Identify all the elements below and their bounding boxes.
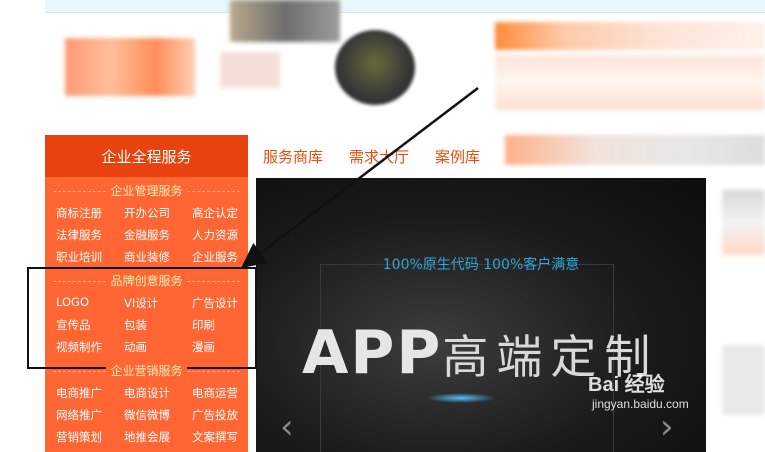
service-link[interactable]: 人力资源 xyxy=(192,227,238,243)
nav-item-case-library[interactable]: 案例库 xyxy=(435,146,480,167)
service-link[interactable]: 营销策划 xyxy=(56,429,102,445)
service-link[interactable]: 企业服务 xyxy=(192,249,238,265)
service-link[interactable]: 商标注册 xyxy=(56,205,102,221)
service-link[interactable]: 电商设计 xyxy=(124,385,170,401)
service-link[interactable]: 广告投放 xyxy=(192,407,238,423)
service-link[interactable]: 职业培训 xyxy=(56,249,102,265)
baidu-jingyan-watermark: Bai 经验 jingyan.baidu.com xyxy=(588,368,689,411)
service-link[interactable]: 电商推广 xyxy=(56,385,102,401)
service-link[interactable]: 高企认定 xyxy=(192,205,238,221)
nav-item-demand-hall[interactable]: 需求大厅 xyxy=(349,146,409,167)
service-link[interactable]: 地推会展 xyxy=(124,429,170,445)
avatar[interactable] xyxy=(335,30,415,105)
top-bar xyxy=(45,0,765,13)
service-link[interactable]: 微信微博 xyxy=(124,407,170,423)
service-link[interactable]: 法律服务 xyxy=(56,227,102,243)
blurred-side-panel-lower xyxy=(722,345,765,415)
chevron-right-icon[interactable]: › xyxy=(660,410,674,444)
blurred-side-panel xyxy=(722,190,765,255)
service-link[interactable]: 金融服务 xyxy=(124,227,170,243)
watermark-url: jingyan.baidu.com xyxy=(592,397,689,411)
watermark-logo-text: Bai 经验 xyxy=(588,374,665,396)
blurred-header-banner xyxy=(495,22,765,50)
service-link[interactable]: 文案撰写 xyxy=(192,429,238,445)
service-link[interactable]: 电商运营 xyxy=(192,385,238,401)
glow-decoration xyxy=(426,393,496,403)
nav-item-provider-library[interactable]: 服务商库 xyxy=(263,146,323,167)
blurred-thumbnail xyxy=(230,0,340,42)
service-link[interactable]: 网络推广 xyxy=(56,407,102,423)
site-logo[interactable] xyxy=(65,38,195,96)
banner-tagline: 100%原生代码 100%客户满意 xyxy=(382,257,580,273)
service-link[interactable]: 商业装修 xyxy=(124,249,170,265)
blurred-subtitle xyxy=(220,52,280,88)
blurred-nav-extra xyxy=(505,135,765,165)
service-link[interactable]: 开办公司 xyxy=(124,205,170,221)
headline-latin: APP xyxy=(302,318,443,388)
blurred-header-info xyxy=(495,55,765,110)
chevron-left-icon[interactable]: ‹ xyxy=(280,410,294,444)
category-header: 企业管理服务 xyxy=(45,182,248,199)
sidebar-title: 企业全程服务 xyxy=(45,135,248,177)
